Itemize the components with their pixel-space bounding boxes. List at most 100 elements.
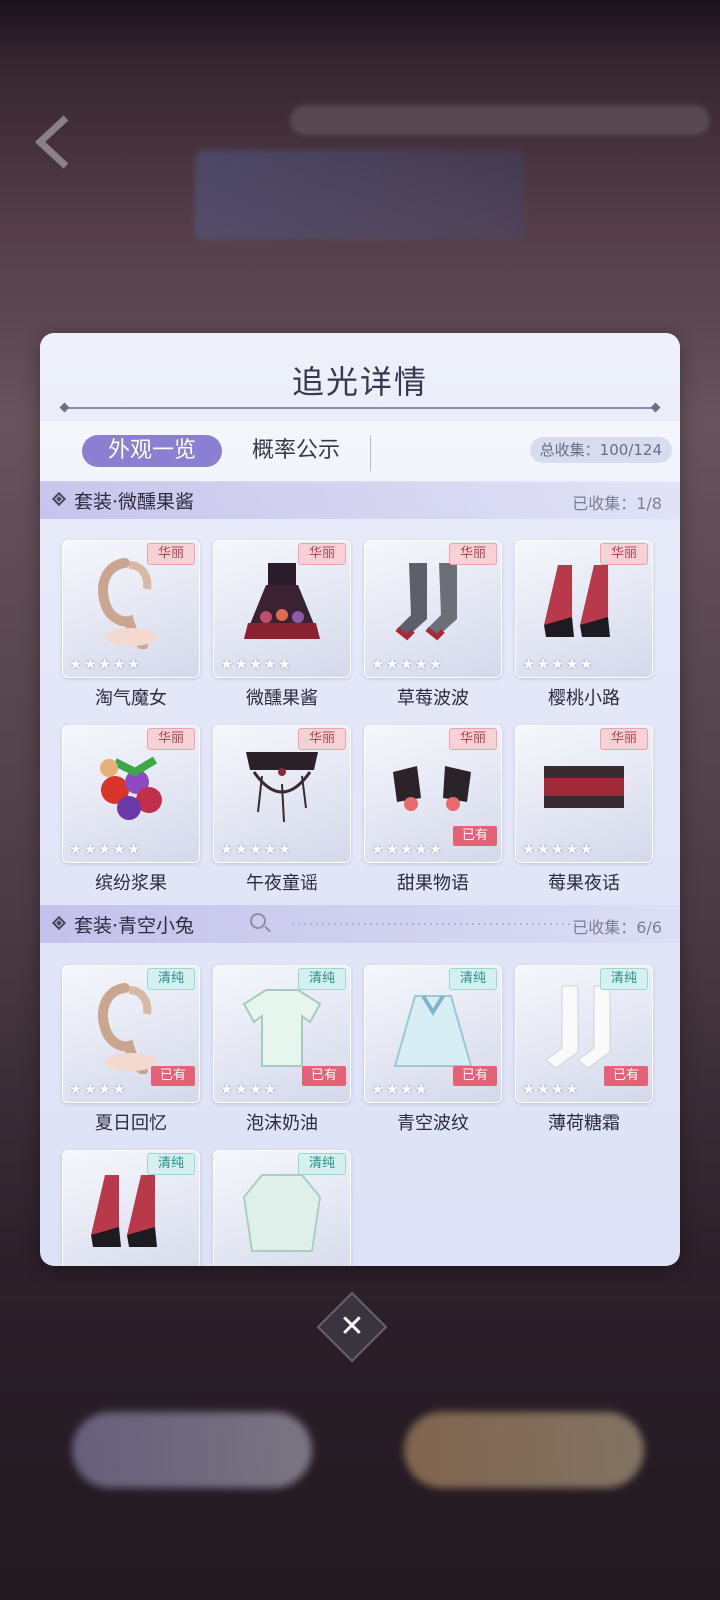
rarity-badge: 清纯 [147, 968, 195, 990]
item-thumbnail[interactable]: 华丽 已有 ★★★★★ [364, 725, 502, 863]
shirt-icon [236, 982, 328, 1074]
item-thumbnail[interactable]: 清纯已有 ★★★★ [515, 965, 653, 1103]
outfit-item-card[interactable]: 华丽 ★★★★★ 午夜童谣 [213, 725, 351, 894]
rarity-badge: 清纯 [298, 968, 346, 990]
tab-divider [370, 435, 371, 471]
hair-icon [85, 557, 177, 650]
owned-badge: 已有 [604, 1066, 648, 1086]
rarity-badge: 清纯 [449, 968, 497, 990]
magnifier-icon[interactable] [250, 913, 266, 929]
item-name: 泡沫奶油 [246, 1113, 318, 1134]
tab-bar: 外观一览 概率公示 总收集：100/124 [40, 421, 680, 483]
skirt-icon [387, 982, 479, 1074]
section-title: 套装·青空小兔 [74, 915, 195, 937]
item-thumbnail[interactable]: 清纯已有 ★★★★ [62, 965, 200, 1103]
section-header-weixun-guojiang: 套装·微醺果酱 已收集：1/8 [40, 481, 680, 519]
necklace-icon [236, 742, 328, 834]
item-thumbnail[interactable]: 华丽 ★★★★★ [62, 540, 200, 678]
item-thumbnail[interactable]: 清纯已有 ★★★★ [213, 965, 351, 1103]
shoes-icon [538, 557, 630, 649]
diamond-bullet-icon [51, 491, 67, 507]
outfit-item-card[interactable]: 华丽 ★★★★★ 缤纷浆果 [62, 725, 200, 894]
item-name: 薄荷糖霜 [548, 1113, 620, 1134]
panel-title: 追光详情 [291, 363, 428, 401]
rarity-badge: 华丽 [298, 543, 346, 565]
item-name: 微醺果酱 [246, 688, 318, 709]
item-thumbnail[interactable]: 华丽 ★★★★★ [213, 540, 351, 678]
dress-icon [236, 557, 328, 649]
title-divider [64, 407, 656, 409]
item-thumbnail[interactable]: 清纯 [213, 1150, 351, 1266]
star-rating: ★★★★★ [69, 840, 142, 858]
owned-badge: 已有 [302, 1066, 346, 1086]
outfit-item-card[interactable]: 华丽 ★★★★★ 樱桃小路 [515, 540, 653, 709]
outfit-item-card[interactable]: 华丽 ★★★★★ 淘气魔女 [62, 540, 200, 709]
shoes-icon [85, 1167, 177, 1259]
diamond-bullet-icon [51, 915, 67, 931]
item-name: 甜果物语 [397, 873, 469, 894]
star-rating: ★★★★★ [522, 840, 595, 858]
dotted-divider [290, 922, 570, 926]
section-title: 套装·微醺果酱 [74, 491, 195, 513]
rarity-badge: 华丽 [600, 543, 648, 565]
close-icon[interactable]: ✕ [327, 1302, 377, 1352]
outfit-item-card[interactable]: 清纯 [62, 1150, 200, 1266]
tab-probability-notice[interactable]: 概率公示 [240, 435, 352, 467]
outfit-item-card[interactable]: 华丽 已有 ★★★★★ 甜果物语 [364, 725, 502, 894]
item-name: 莓果夜话 [548, 873, 620, 894]
item-thumbnail[interactable]: 华丽 ★★★★★ [213, 725, 351, 863]
star-rating: ★★★★ [220, 1080, 278, 1098]
item-thumbnail[interactable]: 清纯 已有 ★★★★ [364, 965, 502, 1103]
owned-badge: 已有 [453, 826, 497, 846]
gloves-icon [387, 742, 479, 834]
rarity-badge: 华丽 [147, 728, 195, 750]
total-collection-count: 总收集：100/124 [529, 437, 672, 463]
outfit-item-card[interactable]: 清纯 已有 ★★★★ 青空波纹 [364, 965, 502, 1134]
item-name: 草莓波波 [397, 688, 469, 709]
outfit-item-card[interactable]: 华丽 ★★★★★ 微醺果酱 [213, 540, 351, 709]
section-collect-count: 已收集：1/8 [572, 494, 662, 513]
jacket-icon [236, 1167, 328, 1259]
outfit-item-card[interactable]: 清纯已有 ★★★★ 夏日回忆 [62, 965, 200, 1134]
section-collect-count: 已收集：6/6 [572, 918, 662, 937]
item-name: 午夜童谣 [246, 873, 318, 894]
tab-appearance-overview[interactable]: 外观一览 [82, 435, 222, 467]
star-rating: ★★★★★ [69, 655, 142, 673]
hair-icon [85, 982, 177, 1075]
chase-light-detail-panel: 追光详情 外观一览 概率公示 总收集：100/124 套装·微醺果酱 已收集：1… [40, 333, 680, 1266]
item-thumbnail[interactable]: 华丽 ★★★★★ [364, 540, 502, 678]
item-thumbnail[interactable]: 清纯 [62, 1150, 200, 1266]
rarity-badge: 华丽 [147, 543, 195, 565]
fruit-icon [85, 742, 177, 834]
section-header-qingkong-xiaotu: 套装·青空小兔 已收集：6/6 [40, 905, 680, 943]
outfit-item-card[interactable]: 清纯已有 ★★★★ 薄荷糖霜 [515, 965, 653, 1134]
item-name: 青空波纹 [397, 1113, 469, 1134]
item-name: 淘气魔女 [95, 688, 167, 709]
star-rating: ★★★★★ [522, 655, 595, 673]
item-thumbnail[interactable]: 华丽 ★★★★★ [515, 725, 653, 863]
rarity-badge: 华丽 [449, 543, 497, 565]
rarity-badge: 华丽 [298, 728, 346, 750]
star-rating: ★★★★★ [220, 840, 293, 858]
socks-icon [387, 557, 479, 649]
choker-icon [538, 742, 630, 834]
item-thumbnail[interactable]: 华丽 ★★★★★ [515, 540, 653, 678]
star-rating: ★★★★★ [371, 655, 444, 673]
owned-badge: 已有 [151, 1066, 195, 1086]
stockings-icon [538, 982, 630, 1074]
rarity-badge: 清纯 [298, 1153, 346, 1175]
star-rating: ★★★★ [69, 1080, 127, 1098]
outfit-item-card[interactable]: 华丽 ★★★★★ 莓果夜话 [515, 725, 653, 894]
outfit-item-card[interactable]: 华丽 ★★★★★ 草莓波波 [364, 540, 502, 709]
rarity-badge: 清纯 [147, 1153, 195, 1175]
item-name: 樱桃小路 [548, 688, 620, 709]
star-rating: ★★★★★ [220, 655, 293, 673]
item-name: 缤纷浆果 [95, 873, 167, 894]
item-thumbnail[interactable]: 华丽 ★★★★★ [62, 725, 200, 863]
item-name: 夏日回忆 [95, 1113, 167, 1134]
star-rating: ★★★★ [522, 1080, 580, 1098]
rarity-badge: 清纯 [600, 968, 648, 990]
star-rating: ★★★★ [371, 1080, 429, 1098]
outfit-item-card[interactable]: 清纯 [213, 1150, 351, 1266]
outfit-item-card[interactable]: 清纯已有 ★★★★ 泡沫奶油 [213, 965, 351, 1134]
